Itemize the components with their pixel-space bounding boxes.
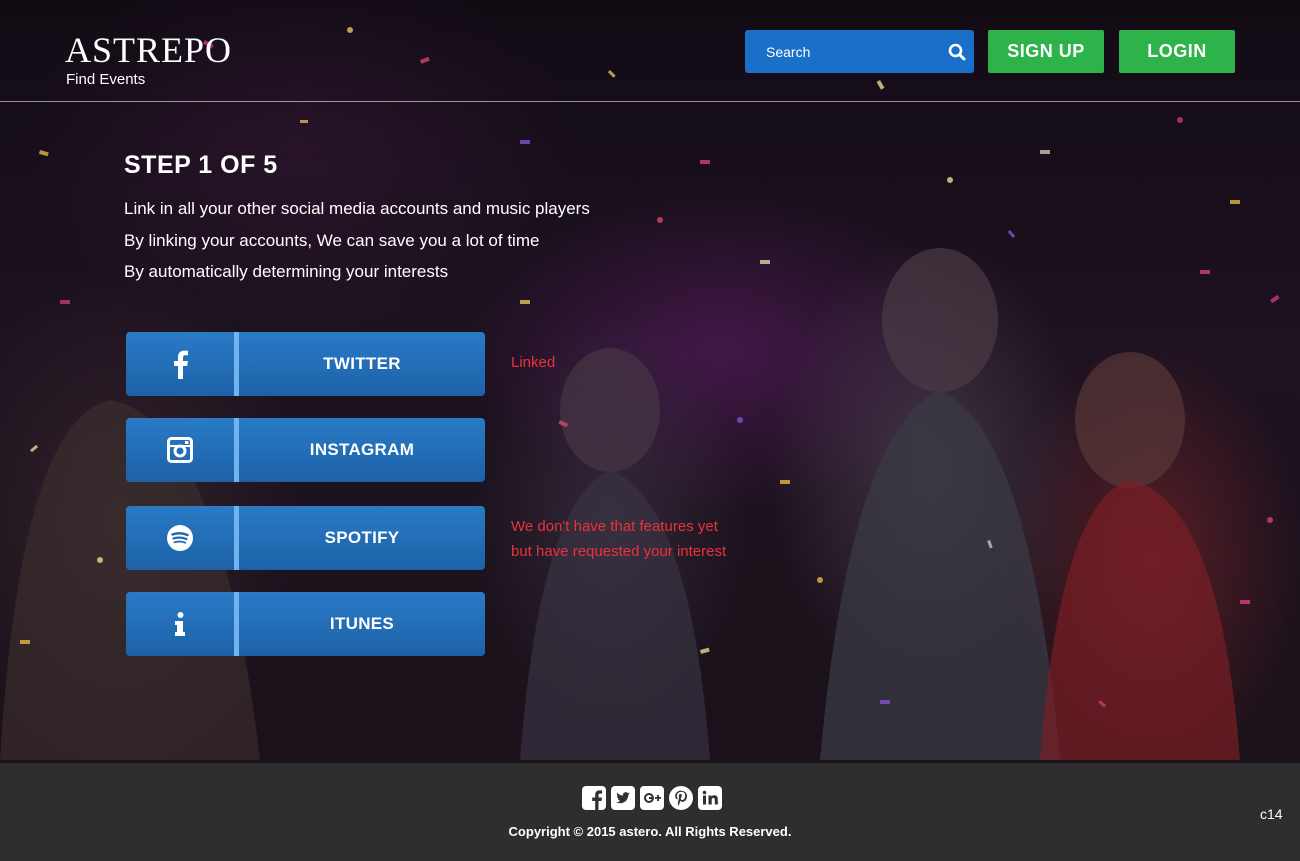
info-icon — [175, 612, 185, 636]
tagline: Find Events — [66, 71, 146, 88]
facebook-icon — [174, 350, 188, 379]
instagram-label: INSTAGRAM — [309, 440, 415, 459]
sign-up-button[interactable]: SIGN UP — [988, 30, 1104, 73]
facebook-square-icon[interactable] — [582, 786, 606, 810]
intro-line-2: By linking your accounts, We can save yo… — [124, 231, 540, 250]
page-footer: Copyright © 2015 astero. All Rights Rese… — [0, 763, 1300, 861]
spotify-link-button[interactable]: SPOTIFY — [126, 506, 485, 570]
intro-line-3: By automatically determining your intere… — [124, 262, 449, 281]
social-links — [582, 786, 722, 810]
itunes-link-button[interactable]: ITUNES — [126, 592, 485, 656]
spotify-icon — [167, 525, 193, 551]
twitter-link-button[interactable]: TWITTER — [126, 332, 485, 396]
twitter-label: TWITTER — [323, 354, 401, 373]
instagram-icon — [167, 437, 193, 463]
search-input[interactable] — [745, 30, 935, 73]
intro-line-1: Link in all your other social media acco… — [124, 199, 590, 218]
search-icon[interactable] — [948, 43, 966, 61]
itunes-label: ITUNES — [329, 614, 395, 633]
brand-logo[interactable]: ASTREPO — [65, 30, 232, 70]
step-title: STEP 1 OF 5 — [124, 151, 278, 179]
pinterest-icon[interactable] — [669, 786, 693, 810]
linkedin-square-icon[interactable] — [698, 786, 722, 810]
search-box — [745, 30, 974, 73]
spotify-label: SPOTIFY — [324, 528, 400, 547]
twitter-square-icon[interactable] — [611, 786, 635, 810]
page-code: c14 — [1260, 806, 1283, 822]
twitter-status: Linked — [511, 354, 556, 371]
spotify-status-line-2: but have requested your interest — [511, 543, 727, 560]
top-header: ASTREPO Find Events SIGN UP LOGIN — [0, 0, 1300, 102]
instagram-link-button[interactable]: INSTAGRAM — [126, 418, 485, 482]
login-button[interactable]: LOGIN — [1119, 30, 1235, 73]
copyright-text: Copyright © 2015 astero. All Rights Rese… — [508, 824, 792, 839]
spotify-status-line-1: We don't have that features yet — [511, 518, 718, 535]
google-plus-square-icon[interactable] — [640, 786, 664, 810]
